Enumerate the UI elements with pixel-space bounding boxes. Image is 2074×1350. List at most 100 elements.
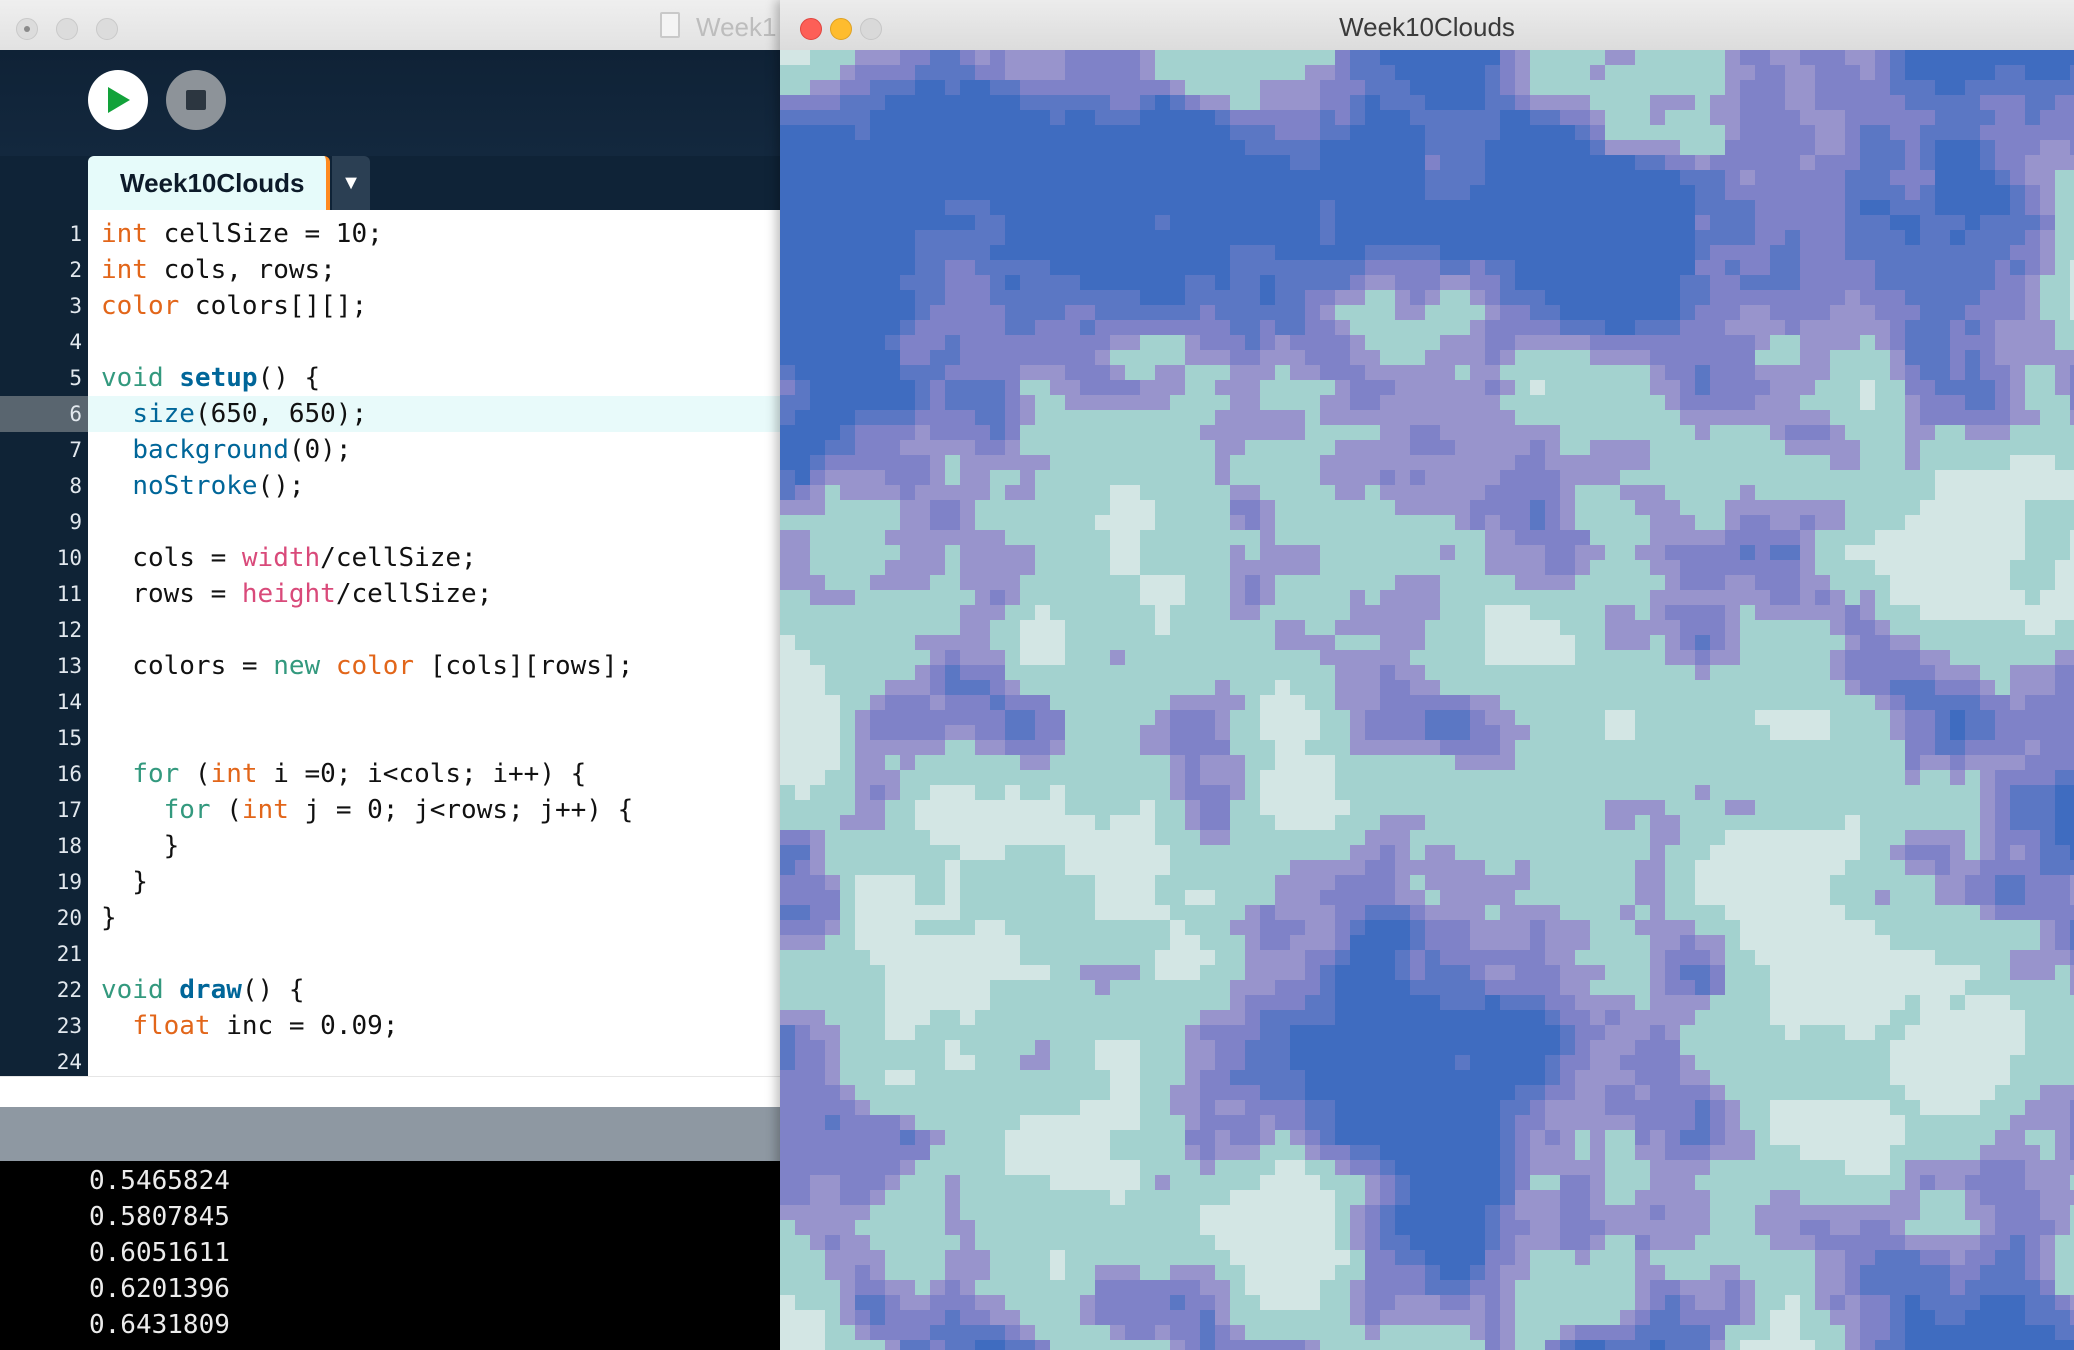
tab-week10clouds[interactable]: Week10Clouds <box>88 156 330 210</box>
play-icon <box>108 87 130 113</box>
code-line: void draw() { <box>101 972 780 1008</box>
line-number: 3 <box>69 294 82 318</box>
code-line: int cellSize = 10; <box>101 216 780 252</box>
stop-button[interactable] <box>166 70 226 130</box>
code-token: colors = <box>101 651 274 681</box>
code-token: cellSize = 10; <box>147 219 383 249</box>
code-token: background <box>132 435 289 465</box>
document-icon <box>660 12 680 38</box>
code-line: for (int i =0; i<cols; i++) { <box>101 756 780 792</box>
line-number: 22 <box>56 978 82 1002</box>
console-line: 0.6051611 <box>89 1238 230 1268</box>
close-window-icon[interactable] <box>16 18 38 40</box>
line-number: 20 <box>56 906 82 930</box>
line-number: 24 <box>56 1050 82 1074</box>
code-line: void setup() { <box>101 360 780 396</box>
code-line: noStroke(); <box>101 468 780 504</box>
noise-clouds-canvas <box>780 50 2074 1350</box>
stop-icon <box>186 90 206 110</box>
line-number: 11 <box>56 582 82 606</box>
run-button[interactable] <box>88 70 148 130</box>
code-token: (); <box>257 471 305 501</box>
tab-label: Week10Clouds <box>120 168 305 198</box>
ide-toolbar <box>0 50 780 156</box>
code-token: float <box>132 1011 211 1041</box>
code-token: } <box>101 831 180 861</box>
code-line: color colors[][]; <box>101 288 780 324</box>
code-line: colors = new color [cols][rows]; <box>101 648 780 684</box>
code-token: j = 0; j<rows; j++) { <box>288 795 634 825</box>
line-number: 17 <box>56 798 82 822</box>
code-token: noStroke <box>132 471 258 501</box>
code-token: setup <box>179 363 258 393</box>
processing-ide-window: Week1 Week10Clouds ▼ 1 2 3 4 5 6 7 8 9 10 11 12 13 14… <box>0 0 780 1350</box>
line-number: 13 <box>56 654 82 678</box>
minimize-window-icon[interactable] <box>56 18 78 40</box>
sketch-window-title: Week10Clouds <box>1339 12 1515 42</box>
code-token: color <box>335 651 415 681</box>
code-line: int cols, rows; <box>101 252 780 288</box>
code-token: void <box>101 975 164 1005</box>
code-line: cols = width/cellSize; <box>101 540 780 576</box>
line-number: 23 <box>56 1014 82 1038</box>
line-number: 7 <box>69 438 82 462</box>
line-number: 1 <box>69 222 82 246</box>
code-token: int <box>210 759 258 789</box>
line-number: 10 <box>56 546 82 570</box>
code-token: ( <box>210 795 242 825</box>
line-number: 4 <box>69 330 82 354</box>
code-token: colors[][]; <box>179 291 368 321</box>
code-line: background(0); <box>101 432 780 468</box>
code-token: size <box>132 399 195 429</box>
code-token: for <box>163 795 211 825</box>
console-line: 0.5465824 <box>89 1166 230 1196</box>
chevron-down-icon: ▼ <box>341 172 361 194</box>
code-token: () { <box>241 975 305 1005</box>
code-token: } <box>101 903 117 933</box>
code-line: size(650, 650); <box>88 396 780 432</box>
code-token: (0); <box>288 435 352 465</box>
code-line: } <box>101 828 780 864</box>
editor-horizontal-scroll-area[interactable] <box>0 1076 780 1107</box>
code-token: ( <box>179 759 211 789</box>
code-editor[interactable]: 1 2 3 4 5 6 7 8 9 10 11 12 13 14 15 16 17 18 19 20 21 22 23 24 … <box>0 210 780 1076</box>
code-token: cols = <box>101 543 242 573</box>
status-bar <box>0 1107 780 1161</box>
code-token: void <box>101 363 164 393</box>
line-number: 19 <box>56 870 82 894</box>
line-number: 16 <box>56 762 82 786</box>
tab-menu-button[interactable]: ▼ <box>332 156 370 210</box>
code-token: rows = <box>101 579 242 609</box>
line-number: 15 <box>56 726 82 750</box>
code-line: } <box>101 864 780 900</box>
sketch-titlebar: Week10Clouds <box>780 0 2074 51</box>
line-number: 2 <box>69 258 82 282</box>
code-token: for <box>132 759 180 789</box>
console-output: 0.5465824 0.5807845 0.6051611 0.6201396 0.64… <box>0 1161 780 1350</box>
code-token: () { <box>257 363 321 393</box>
line-number: 6 <box>0 396 88 432</box>
code-token: (650, 650); <box>194 399 368 429</box>
code-token: inc = 0.09; <box>210 1011 399 1041</box>
line-number-gutter: 1 2 3 4 5 6 7 8 9 10 11 12 13 14 15 16 17 18 19 20 21 22 23 24 <box>0 210 88 1076</box>
line-number: 5 <box>69 366 82 390</box>
zoom-window-icon[interactable] <box>96 18 118 40</box>
code-token: width <box>241 543 321 573</box>
code-token: cols, rows; <box>147 255 336 285</box>
code-line: for (int j = 0; j<rows; j++) { <box>101 792 780 828</box>
code-token: i =0; i<cols; i++) { <box>257 759 587 789</box>
code-token: height <box>241 579 336 609</box>
